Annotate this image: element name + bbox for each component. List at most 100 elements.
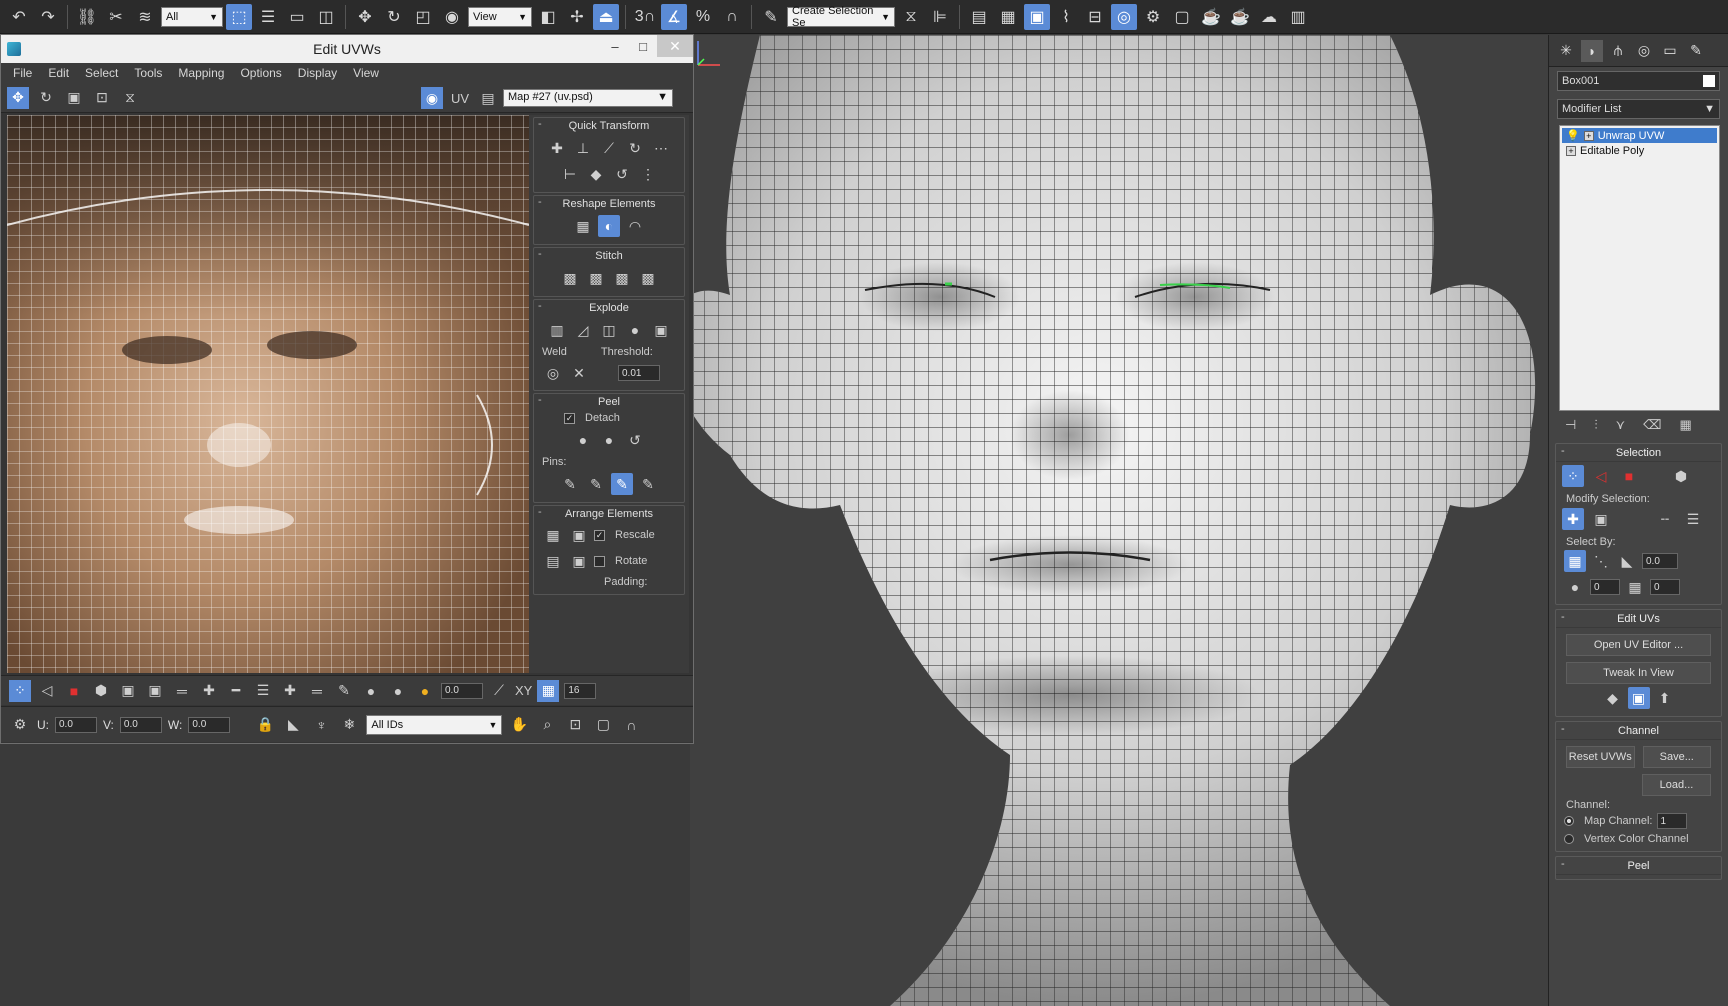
tweak-in-view-button[interactable]: Tweak In View xyxy=(1566,662,1711,684)
expand-icon[interactable]: + xyxy=(1566,145,1576,156)
soft-selection-falloff-spinner[interactable]: 0.0 xyxy=(441,682,483,699)
reshape-elements-header[interactable]: Reshape Elements xyxy=(534,196,684,212)
flatten-settings-icon[interactable]: ▣ xyxy=(650,319,672,341)
set-pivot-icon[interactable]: ✚ xyxy=(546,137,568,159)
pack-normalize-icon[interactable]: ▣ xyxy=(568,524,590,546)
modify-tab-icon[interactable]: ◗ xyxy=(1581,39,1603,62)
zoom-extents-icon[interactable]: ▢ xyxy=(592,714,614,736)
configure-modifier-sets-icon[interactable]: ▦ xyxy=(1680,417,1692,433)
enlarge-brush-icon[interactable]: ● xyxy=(360,680,382,702)
scene-explorer-icon[interactable]: ▣ xyxy=(1024,3,1050,30)
move-icon[interactable]: ✥ xyxy=(352,4,378,30)
channel-header[interactable]: Channel xyxy=(1556,722,1721,740)
hierarchy-tab-icon[interactable]: ⫛ xyxy=(1607,40,1629,62)
keyboard-shortcut-override-icon[interactable]: ⏏ xyxy=(593,3,619,30)
perspective-viewport[interactable] xyxy=(690,35,1548,1006)
smoothing-group-spinner[interactable]: 0 xyxy=(1650,579,1680,595)
redo-icon[interactable]: ↷ xyxy=(35,4,61,30)
edge-mode-icon[interactable]: ◁ xyxy=(1590,465,1612,487)
percent-snap-icon[interactable]: % xyxy=(690,4,716,30)
loop-icon[interactable]: ╌ xyxy=(1654,508,1676,530)
polygon-mode-icon[interactable]: ■ xyxy=(63,680,85,702)
angle-snap-icon[interactable]: ∡ xyxy=(661,3,687,30)
spinner-snap-icon[interactable]: ∩ xyxy=(719,4,745,30)
pack-rescale-icon[interactable]: ▤ xyxy=(542,550,564,572)
vertex-color-radio[interactable] xyxy=(1564,834,1574,844)
menu-view[interactable]: View xyxy=(353,66,379,80)
pack-custom-icon[interactable]: ▦ xyxy=(542,524,564,546)
grow-selection-icon[interactable]: ✚ xyxy=(1562,508,1584,530)
map-list-icon[interactable]: ▤ xyxy=(477,87,499,109)
motion-tab-icon[interactable]: ◎ xyxy=(1633,40,1655,62)
stitch-to-source-icon[interactable]: ▩ xyxy=(611,267,633,289)
detach-checkbox[interactable]: ✓ xyxy=(564,412,575,424)
layer-manager-icon[interactable]: ▤ xyxy=(966,4,992,30)
peel-command-header[interactable]: Peel xyxy=(1556,857,1721,875)
shrink-selection-icon[interactable]: ▣ xyxy=(1590,508,1612,530)
checker-pattern-icon[interactable]: ◉ xyxy=(421,87,443,109)
element-mode-icon[interactable]: ⬢ xyxy=(1670,465,1692,487)
relax-icon[interactable]: ◐ xyxy=(598,215,620,237)
pivot-center-icon[interactable]: ◧ xyxy=(535,4,561,30)
stack-item-editable-poly[interactable]: + Editable Poly xyxy=(1562,143,1717,158)
select-pins-icon[interactable]: ✎ xyxy=(637,473,659,495)
scale-icon[interactable]: ◰ xyxy=(410,4,436,30)
lightbulb-icon[interactable]: 💡 xyxy=(1566,129,1580,142)
expand-icon[interactable]: + xyxy=(1583,130,1594,141)
a360-gallery-icon[interactable]: ▥ xyxy=(1285,4,1311,30)
grid-size-spinner[interactable]: 16 xyxy=(564,682,597,699)
zoom-region-icon[interactable]: ⊡ xyxy=(564,714,586,736)
edit-uvs-header[interactable]: Edit UVs xyxy=(1556,610,1721,628)
u-spinner[interactable]: 0.0 xyxy=(55,716,97,733)
align-vertical-icon[interactable]: ⟋ xyxy=(598,137,620,159)
menu-tools[interactable]: Tools xyxy=(134,66,162,80)
undo-icon[interactable]: ↶ xyxy=(6,4,32,30)
grid-snap-icon[interactable]: ▦ xyxy=(537,679,560,702)
render-setup-icon[interactable]: ⚙ xyxy=(1140,4,1166,30)
display-tab-icon[interactable]: ▭ xyxy=(1659,40,1681,62)
paint-select-icon[interactable]: ✎ xyxy=(333,680,355,702)
rendered-frame-window-icon[interactable]: ▢ xyxy=(1169,4,1195,30)
edit-named-selection-icon[interactable]: ✎ xyxy=(758,4,784,30)
rectangular-selection-icon[interactable]: ▭ xyxy=(284,4,310,30)
bind-space-warp-icon[interactable]: ≋ xyxy=(132,4,158,30)
map-texture-dropdown[interactable]: Map #27 (uv.psd) ▼ xyxy=(503,89,673,107)
quick-map-gizmo-icon[interactable]: ▣ xyxy=(1627,687,1650,709)
align-linear-icon[interactable]: ◆ xyxy=(585,163,607,185)
move-icon[interactable]: ✥ xyxy=(7,86,29,109)
modifier-list-dropdown[interactable]: Modifier List ▼ xyxy=(1557,99,1720,119)
falloff-type-icon[interactable]: ⟋ xyxy=(488,680,510,702)
break-icon[interactable]: ▥ xyxy=(546,319,568,341)
selection-header[interactable]: Selection xyxy=(1556,444,1721,462)
lock-icon[interactable]: 🔒 xyxy=(254,714,276,736)
align-to-edge-icon[interactable]: ⊢ xyxy=(559,163,581,185)
snowflake-icon[interactable]: ❄ xyxy=(338,714,360,736)
loop-icon[interactable]: ═ xyxy=(171,680,193,702)
explode-to-material-icon[interactable]: ◫ xyxy=(598,319,620,341)
stitch-settings-icon[interactable]: ▩ xyxy=(637,267,659,289)
quick-peel-icon[interactable]: ● xyxy=(572,429,594,451)
menu-options[interactable]: Options xyxy=(240,66,281,80)
polygon-mode-icon[interactable]: ■ xyxy=(1618,465,1640,487)
curve-editor-icon[interactable]: ⌇ xyxy=(1053,4,1079,30)
select-object-icon[interactable]: ⬚ xyxy=(226,3,252,30)
load-uvs-button[interactable]: Load... xyxy=(1642,774,1711,796)
rotate-checkbox[interactable] xyxy=(594,555,605,567)
render-in-cloud-icon[interactable]: ☁ xyxy=(1256,4,1282,30)
weld-selected-icon[interactable]: ◎ xyxy=(542,362,564,384)
vertex-mode-icon[interactable]: ⁘ xyxy=(9,679,31,702)
v-spinner[interactable]: 0.0 xyxy=(119,716,162,733)
pin-stack-icon[interactable]: ⊣ xyxy=(1565,417,1576,433)
selection-filter-dropdown[interactable]: All ▼ xyxy=(161,6,223,27)
show-end-result-icon[interactable]: ⫶ xyxy=(1594,417,1597,433)
edge-mode-icon[interactable]: ◁ xyxy=(36,680,58,702)
select-manipulate-icon[interactable]: ✢ xyxy=(564,4,590,30)
planar-angle-icon[interactable]: ◣ xyxy=(1616,550,1638,572)
absolute-offset-icon[interactable]: ⚙ xyxy=(9,714,31,736)
minimize-button[interactable]: – xyxy=(601,35,629,57)
quick-planar-map-icon[interactable]: ◆ xyxy=(1602,687,1624,709)
shrink-selection-icon[interactable]: ▣ xyxy=(144,680,166,702)
ring-shrink-icon[interactable]: ━ xyxy=(225,680,247,702)
object-color-swatch[interactable] xyxy=(1703,75,1715,87)
schematic-view-icon[interactable]: ⊟ xyxy=(1082,4,1108,30)
